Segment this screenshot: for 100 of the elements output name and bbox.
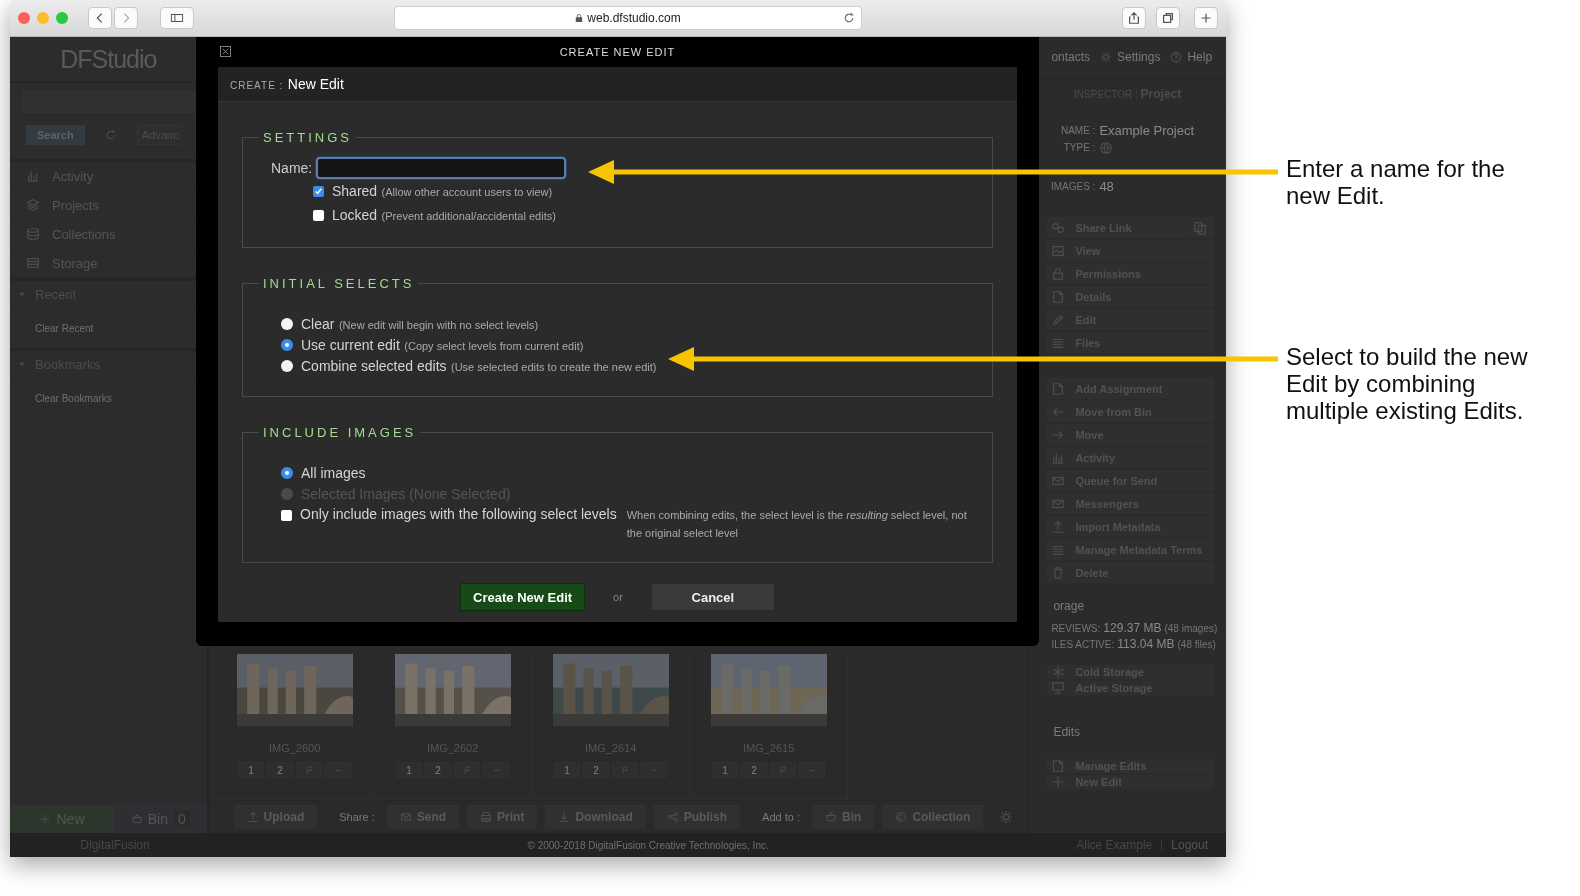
monitor-icon (1051, 681, 1066, 695)
share-icon (666, 811, 679, 823)
document-icon (1051, 759, 1066, 773)
flag-icon (462, 765, 472, 775)
tabs-button[interactable] (1156, 7, 1180, 29)
select-level-button[interactable]: 1 (396, 762, 423, 778)
url-text: web.dfstudio.com (587, 11, 681, 25)
name-field[interactable] (316, 157, 567, 179)
sidebar-button[interactable] (160, 7, 194, 29)
radio-button[interactable] (281, 466, 293, 479)
flag-button[interactable] (612, 762, 639, 778)
address-bar[interactable]: web.dfstudio.com (394, 6, 862, 30)
option-label: Combine selected edits (Use selected edits to create the new edit) (301, 356, 657, 375)
link-icon (1051, 220, 1066, 235)
select-level-button[interactable]: 1 (712, 762, 739, 778)
select-level-button[interactable]: 2 (741, 762, 768, 778)
option-label: Shared (Allow other account users to view) (332, 182, 553, 200)
checkbox[interactable] (281, 510, 292, 521)
copy-icon (1193, 220, 1207, 235)
search-field[interactable] (22, 91, 195, 113)
radio-button[interactable] (281, 338, 293, 351)
field-label: IMAGES : (1049, 181, 1096, 192)
storage-stat: ILES ACTIVE: 113.04 MB (48 files) (1051, 638, 1216, 650)
option-label: Clear (New edit will begin with no select levels) (301, 314, 539, 333)
group-title: SETTINGS (262, 130, 353, 145)
lock-icon (1051, 266, 1066, 281)
select-level-button[interactable]: 1 (554, 762, 581, 778)
image-icon (1051, 243, 1066, 258)
checkbox[interactable] (313, 185, 324, 197)
storage-stat: REVIEWS: 129.37 MB (48 images) (1051, 622, 1218, 634)
field-label: TYPE : (1062, 142, 1096, 153)
layers-icon (26, 198, 40, 212)
download-icon (558, 811, 571, 823)
plus-icon (1199, 11, 1213, 25)
refresh-icon[interactable] (104, 129, 117, 141)
copyright-text: © 2000-2018 DigitalFusion Creative Technologies, Inc. (526, 839, 770, 851)
upload-icon (246, 811, 259, 823)
bar-chart-icon (26, 169, 40, 183)
option-label: All images (301, 464, 366, 481)
printer-icon (480, 811, 493, 823)
flag-button[interactable] (296, 762, 323, 778)
select-level-button[interactable]: 2 (583, 762, 610, 778)
field-value: 48 (1099, 179, 1114, 194)
dialog-heading: CREATE : New Edit (230, 75, 344, 93)
basket-icon (825, 811, 838, 823)
section-title: orage (1052, 598, 1086, 615)
forward-button[interactable] (114, 7, 138, 29)
copy-button[interactable] (1186, 217, 1214, 238)
reload-icon[interactable] (843, 12, 855, 24)
select-level-button[interactable]: 2 (425, 762, 452, 778)
help-icon (1170, 51, 1183, 63)
radio-button[interactable] (281, 317, 293, 330)
flag-icon (778, 765, 788, 775)
or-text: or (613, 591, 623, 603)
maximize-button[interactable] (56, 12, 68, 24)
annotation-text: Select to build the new Edit by combining multiple existing Edits. (1286, 343, 1529, 424)
globe-icon (1099, 140, 1114, 155)
close-icon[interactable] (220, 46, 231, 57)
select-level-button[interactable]: 2 (267, 762, 294, 778)
checkbox[interactable] (313, 209, 324, 221)
top-link[interactable]: ontacts (1051, 50, 1091, 64)
select-level-button[interactable]: 1 (238, 762, 265, 778)
create-button[interactable]: Create New Edit (460, 583, 586, 611)
dialog-title: CREATE NEW EDIT (559, 46, 676, 58)
settings-icon[interactable] (999, 810, 1014, 824)
help-text: When combining edits, the select level is the resulting select level, not the original select level (626, 508, 968, 541)
section-title: Edits (1052, 724, 1082, 741)
share-button[interactable] (1122, 7, 1146, 29)
lock-icon (575, 13, 584, 23)
field-label: NAME : (1059, 125, 1096, 136)
top-link[interactable]: Settings (1100, 50, 1161, 64)
document-icon (1051, 381, 1066, 396)
cancel-button[interactable]: Cancel (650, 583, 775, 611)
circle-icon (895, 811, 908, 823)
toolbar-label: Share : (339, 811, 375, 823)
option-label: Locked (Prevent additional/accidental edits) (332, 206, 556, 224)
basket-icon (130, 813, 143, 825)
clear-link[interactable]: Clear Recent (35, 322, 94, 334)
flag-icon (304, 765, 314, 775)
minimize-button[interactable] (37, 12, 49, 24)
flag-icon (620, 765, 630, 775)
toolbar-label: Add to : (762, 811, 801, 823)
field-label: Name: (271, 160, 313, 176)
storage-icon (26, 256, 40, 270)
close-button[interactable] (18, 12, 30, 24)
envelope-icon (399, 811, 412, 823)
clear-link[interactable]: Clear Bookmarks (35, 392, 112, 404)
flag-button[interactable] (770, 762, 797, 778)
database-icon (26, 227, 40, 241)
new-tab-button[interactable] (1194, 7, 1218, 29)
radio-button[interactable] (281, 359, 293, 372)
plus-icon (1051, 775, 1066, 789)
back-button[interactable] (88, 7, 112, 29)
flag-button[interactable] (454, 762, 481, 778)
tabs-icon (1161, 11, 1175, 25)
group-title: INITIAL SELECTS (262, 276, 416, 291)
pencil-icon (1051, 312, 1066, 327)
top-link[interactable]: Help (1170, 50, 1213, 64)
annotation-text: Enter a name for the new Edit. (1286, 155, 1506, 209)
plus-icon (39, 813, 52, 825)
